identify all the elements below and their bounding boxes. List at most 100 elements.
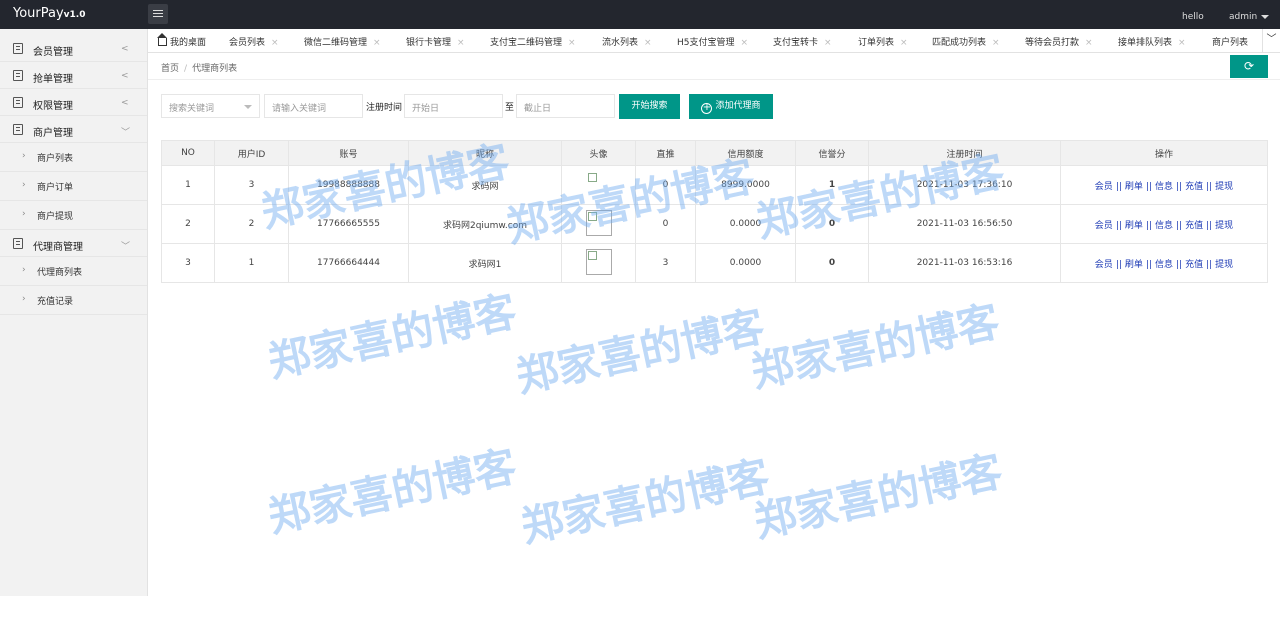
tab-close-icon[interactable]: × (271, 38, 279, 48)
sidebar-subitem-agent-list[interactable]: › 代理商列表 (0, 257, 147, 286)
chevron-right-icon: › (22, 294, 26, 304)
col-user-id[interactable]: 用户ID (214, 140, 289, 166)
col-reg-time[interactable]: 注册时间 (868, 140, 1061, 166)
breadcrumb-sep: / (184, 64, 188, 74)
tab-h5-alipay[interactable]: H5支付宝管理 × (677, 35, 748, 48)
brush-order-link[interactable]: 刷单 (1125, 182, 1143, 192)
tabs-more-chevron-down-icon[interactable]: ﹀ (1262, 29, 1280, 52)
breadcrumb-home[interactable]: 首页 (161, 64, 179, 74)
tab-label: 支付宝二维码管理 (490, 38, 563, 48)
sidebar-subitem-merchant-list[interactable]: › 商户列表 (0, 143, 147, 172)
tab-close-icon[interactable]: × (824, 38, 832, 48)
keyword-select[interactable]: 搜索关键词 (161, 94, 260, 118)
tab-desktop[interactable]: 我的桌面 (157, 33, 206, 48)
tab-queue-list[interactable]: 接单排队列表 × (1118, 35, 1186, 48)
sidebar-item-merchants[interactable]: 商户管理 ﹀ (0, 116, 147, 143)
member-link[interactable]: 会员 (1095, 182, 1113, 192)
brush-order-link[interactable]: 刷单 (1125, 260, 1143, 270)
info-link[interactable]: 信息 (1155, 182, 1173, 192)
sidebar-subitem-label: 代理商列表 (37, 268, 83, 278)
tab-close-icon[interactable]: × (644, 38, 652, 48)
col-avatar[interactable]: 头像 (561, 140, 636, 166)
cell-avatar (561, 165, 636, 205)
menu-icon (153, 10, 163, 11)
withdraw-link[interactable]: 提现 (1215, 182, 1233, 192)
end-date-input[interactable]: 截止日 (516, 94, 615, 118)
tab-label: 流水列表 (602, 38, 639, 48)
app-logo[interactable]: YourPayv1.0 (13, 6, 85, 21)
refresh-icon: ⟳ (1243, 59, 1255, 73)
cell-avatar (561, 243, 636, 283)
tab-bank-cards[interactable]: 银行卡管理 × (406, 35, 465, 48)
cell-no: 1 (161, 165, 215, 205)
table-header-row: NO 用户ID 账号 昵称 头像 直推 信用额度 信誉分 注册时间 操作 (161, 140, 1268, 166)
watermark: 郑家喜的博客 (263, 286, 521, 387)
tab-order-list[interactable]: 订单列表 × (858, 35, 908, 48)
refresh-button[interactable]: ⟳ (1230, 55, 1268, 78)
add-agent-button[interactable]: + 添加代理商 (689, 94, 773, 119)
tab-close-icon[interactable]: × (741, 38, 749, 48)
withdraw-link[interactable]: 提现 (1215, 221, 1233, 231)
cell-actions: 会员 || 刷单 || 信息 || 充值 || 提现 (1060, 243, 1268, 283)
info-link[interactable]: 信息 (1155, 221, 1173, 231)
col-credit-limit[interactable]: 信用额度 (695, 140, 796, 166)
col-actions[interactable]: 操作 (1060, 140, 1268, 166)
sidebar-item-members[interactable]: 会员管理 < (0, 35, 147, 62)
sidebar-item-permissions[interactable]: 权限管理 < (0, 89, 147, 116)
sidebar-item-grab-orders[interactable]: 抢单管理 < (0, 62, 147, 89)
brush-order-link[interactable]: 刷单 (1125, 221, 1143, 231)
sidebar-subitem-merchant-orders[interactable]: › 商户订单 (0, 172, 147, 201)
hello-link[interactable]: hello (1182, 12, 1204, 22)
chevron-down-icon: ﹀ (121, 242, 131, 252)
info-link[interactable]: 信息 (1155, 260, 1173, 270)
sidebar-item-agents[interactable]: 代理商管理 ﹀ (0, 230, 147, 257)
tab-label: 会员列表 (229, 38, 266, 48)
tab-close-icon[interactable]: × (568, 38, 576, 48)
tab-close-icon[interactable]: × (457, 38, 465, 48)
member-link[interactable]: 会员 (1095, 221, 1113, 231)
ops-sep: || (1206, 259, 1213, 270)
member-link[interactable]: 会员 (1095, 260, 1113, 270)
sidebar-subitem-label: 充值记录 (37, 297, 74, 307)
col-account[interactable]: 账号 (288, 140, 409, 166)
doc-icon (13, 70, 23, 81)
recharge-link[interactable]: 充值 (1185, 182, 1203, 192)
tab-label: 等待会员打款 (1025, 38, 1080, 48)
ops-sep: || (1206, 220, 1213, 231)
keyword-input[interactable]: 请输入关键词 (264, 94, 363, 118)
cell-nickname: 求码网2qiumw.com (408, 204, 562, 244)
tab-close-icon[interactable]: × (1178, 38, 1186, 48)
col-no[interactable]: NO (161, 140, 215, 166)
tab-label: 接单排队列表 (1118, 38, 1173, 48)
tab-close-icon[interactable]: × (1085, 38, 1093, 48)
sidebar-subitem-recharge-records[interactable]: › 充值记录 (0, 286, 147, 315)
tab-matched-list[interactable]: 匹配成功列表 × (932, 35, 1000, 48)
col-direct[interactable]: 直推 (635, 140, 696, 166)
search-button[interactable]: 开始搜索 (619, 94, 680, 119)
col-score[interactable]: 信誉分 (795, 140, 869, 166)
doc-icon (13, 97, 23, 108)
tab-merchant-list[interactable]: 商户列表 (1212, 35, 1248, 48)
menu-toggle-button[interactable] (148, 4, 168, 24)
sidebar-subitem-merchant-withdraw[interactable]: › 商户提现 (0, 201, 147, 230)
tab-close-icon[interactable]: × (900, 38, 908, 48)
chevron-left-icon: < (121, 44, 129, 54)
col-nickname[interactable]: 昵称 (408, 140, 562, 166)
cell-credit-limit: 0.0000 (695, 243, 796, 283)
recharge-link[interactable]: 充值 (1185, 260, 1203, 270)
tab-flow-list[interactable]: 流水列表 × (602, 35, 652, 48)
withdraw-link[interactable]: 提现 (1215, 260, 1233, 270)
recharge-link[interactable]: 充值 (1185, 221, 1203, 231)
tab-awaiting-payment[interactable]: 等待会员打款 × (1025, 35, 1093, 48)
start-date-input[interactable]: 开始日 (404, 94, 503, 118)
tab-alipay-transfer[interactable]: 支付宝转卡 × (773, 35, 832, 48)
tab-alipay-qr[interactable]: 支付宝二维码管理 × (490, 35, 576, 48)
user-menu[interactable]: admin (1229, 12, 1269, 22)
watermark: 郑家喜的博客 (263, 441, 521, 542)
cell-credit-limit: 0.0000 (695, 204, 796, 244)
tab-close-icon[interactable]: × (373, 38, 381, 48)
tab-member-list[interactable]: 会员列表 × (229, 35, 279, 48)
chevron-down-icon: ﹀ (121, 128, 131, 138)
tab-close-icon[interactable]: × (992, 38, 1000, 48)
tab-wechat-qr[interactable]: 微信二维码管理 × (304, 35, 381, 48)
